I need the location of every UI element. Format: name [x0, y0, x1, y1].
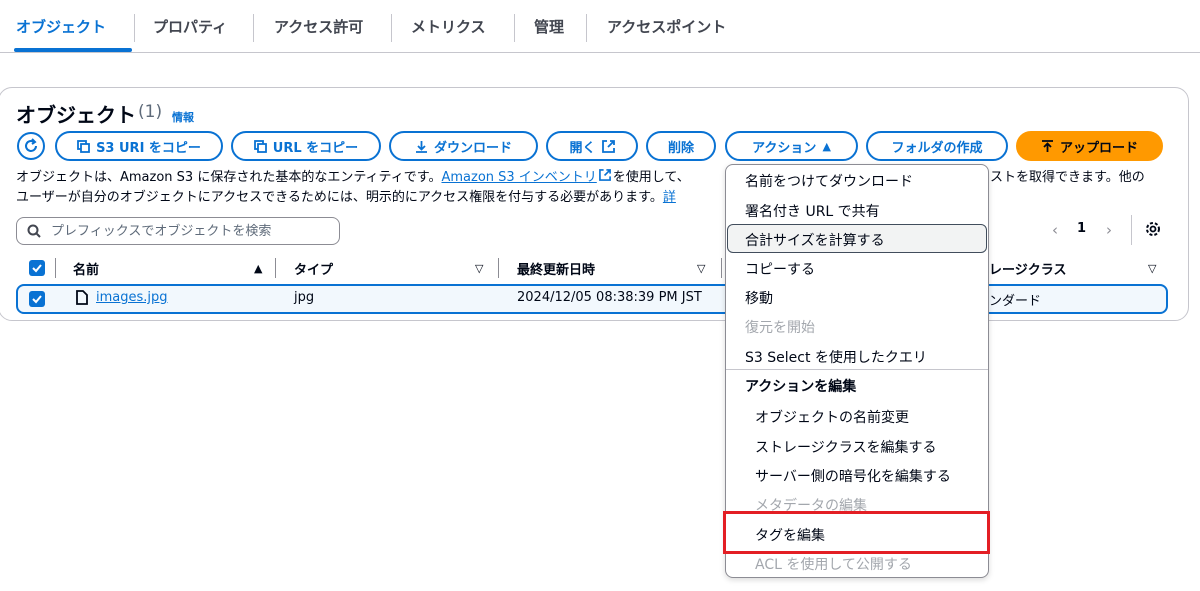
search-icon — [27, 224, 41, 238]
gear-icon[interactable] — [1145, 221, 1161, 237]
menu-item-copy[interactable]: コピーする — [745, 259, 815, 279]
tab-separator — [134, 14, 135, 42]
learn-more-link[interactable]: 詳 — [663, 190, 676, 205]
object-name[interactable]: images.jpg — [96, 290, 168, 305]
panel-title: オブジェクト — [16, 103, 136, 127]
tab-objects[interactable]: オブジェクト — [16, 16, 106, 42]
info-link[interactable]: 情報 — [172, 109, 194, 125]
menu-item-initiate-restore: 復元を開始 — [745, 320, 815, 336]
column-header-storage-class[interactable]: レージクラス — [989, 259, 1066, 278]
create-folder-label: フォルダの作成 — [891, 140, 983, 156]
create-folder-button[interactable]: フォルダの作成 — [866, 131, 1008, 161]
check-icon — [32, 264, 42, 273]
column-separator — [275, 258, 276, 278]
copy-s3-uri-button[interactable]: S3 URI をコピー — [55, 131, 223, 161]
column-header-type[interactable]: タイプ — [294, 259, 333, 278]
sort-ascending-icon[interactable]: ▲ — [254, 262, 262, 275]
menu-item-s3-select-query[interactable]: S3 Select を使用したクエリ — [745, 347, 927, 367]
description-line-1: オブジェクトは、Amazon S3 に保存された基本的なエンティティです。Ama… — [16, 166, 690, 185]
tab-separator — [514, 14, 515, 42]
object-storage-class: ンダード — [989, 294, 1042, 309]
open-label: 開く — [569, 140, 596, 156]
copy-icon — [77, 139, 90, 153]
tab-bar: オブジェクト プロパティ アクセス許可 メトリクス 管理 アクセスポイント — [0, 0, 1200, 53]
next-page-button[interactable]: › — [1106, 221, 1112, 239]
delete-button[interactable]: 削除 — [646, 131, 716, 161]
column-separator — [55, 258, 56, 278]
description-line-1-end: ストを取得できます。他の — [990, 170, 1145, 185]
column-separator — [498, 258, 499, 278]
download-button[interactable]: ダウンロード — [389, 131, 538, 161]
upload-button[interactable]: アップロード — [1016, 131, 1163, 161]
menu-divider — [726, 369, 988, 370]
column-header-name[interactable]: 名前 — [73, 259, 99, 278]
upload-label: アップロード — [1059, 140, 1138, 156]
previous-page-button[interactable]: ‹ — [1052, 221, 1058, 239]
tab-permissions[interactable]: アクセス許可 — [274, 16, 363, 42]
description-text: オブジェクトは、Amazon S3 に保存された基本的なエンティティです。 — [16, 170, 442, 185]
search-input[interactable] — [49, 222, 329, 240]
annotation-highlight-box — [723, 511, 990, 554]
delete-label: 削除 — [667, 140, 694, 156]
object-count: (1) — [138, 102, 163, 122]
description-text: を使用して、 — [612, 170, 690, 185]
sort-icon[interactable]: ▽ — [475, 262, 483, 275]
open-button[interactable]: 開く — [546, 131, 638, 161]
copy-icon — [253, 139, 267, 153]
menu-group-edit-actions: アクションを編集 — [745, 379, 857, 395]
actions-button[interactable]: アクション ▲ — [725, 131, 858, 161]
menu-item-share-presigned-url[interactable]: 署名付き URL で共有 — [745, 201, 880, 221]
menu-item-edit-storage-class[interactable]: ストレージクラスを編集する — [755, 437, 936, 457]
actions-label: アクション — [752, 140, 817, 156]
menu-item-download-as[interactable]: 名前をつけてダウンロード — [745, 171, 913, 191]
menu-item-make-public-acl: ACL を使用して公開する — [755, 557, 912, 573]
menu-item-rename-object[interactable]: オブジェクトの名前変更 — [755, 407, 909, 427]
pagination-separator — [1131, 215, 1132, 245]
menu-item-move[interactable]: 移動 — [745, 288, 773, 308]
download-label: ダウンロード — [433, 140, 512, 156]
caret-up-icon: ▲ — [822, 139, 831, 153]
external-link-icon — [601, 139, 615, 153]
sort-icon[interactable]: ▽ — [1148, 262, 1156, 275]
refresh-icon — [25, 138, 37, 152]
object-type: jpg — [294, 290, 315, 305]
download-icon — [415, 140, 427, 153]
inventory-link[interactable]: Amazon S3 インベントリ — [441, 170, 596, 185]
upload-icon — [1041, 139, 1053, 152]
copy-url-label: URL をコピー — [272, 140, 359, 156]
object-last-modified: 2024/12/05 08:38:39 PM JST — [517, 290, 702, 305]
object-name-link[interactable]: images.jpg — [96, 290, 168, 305]
menu-item-edit-server-side-encryption[interactable]: サーバー側の暗号化を編集する — [755, 466, 951, 486]
description-text: ユーザーが自分のオブジェクトにアクセスできるためには、明示的にアクセス権限を付与… — [16, 190, 663, 205]
column-separator — [721, 258, 722, 278]
menu-item-calculate-total-size[interactable]: 合計サイズを計算する — [745, 230, 885, 250]
copy-url-button[interactable]: URL をコピー — [231, 131, 381, 161]
copy-s3-uri-label: S3 URI をコピー — [96, 140, 201, 156]
row-checkbox[interactable] — [29, 291, 45, 307]
tab-separator — [391, 14, 392, 42]
description-line-2: ユーザーが自分のオブジェクトにアクセスできるためには、明示的にアクセス権限を付与… — [16, 186, 676, 205]
refresh-button[interactable] — [17, 132, 45, 160]
tab-properties[interactable]: プロパティ — [153, 16, 227, 42]
tab-separator — [253, 14, 254, 42]
current-page[interactable]: 1 — [1077, 221, 1086, 236]
sort-icon[interactable]: ▽ — [697, 262, 705, 275]
tab-metrics[interactable]: メトリクス — [411, 16, 486, 42]
external-link-icon — [598, 169, 611, 181]
search-box — [16, 217, 340, 245]
check-icon — [32, 295, 42, 304]
column-header-last-modified[interactable]: 最終更新日時 — [517, 259, 595, 278]
select-all-checkbox[interactable] — [29, 260, 45, 276]
file-icon — [76, 290, 88, 305]
tab-separator — [586, 14, 587, 42]
tab-management[interactable]: 管理 — [534, 16, 564, 42]
tab-access-points[interactable]: アクセスポイント — [607, 16, 726, 42]
active-tab-indicator — [14, 48, 132, 52]
